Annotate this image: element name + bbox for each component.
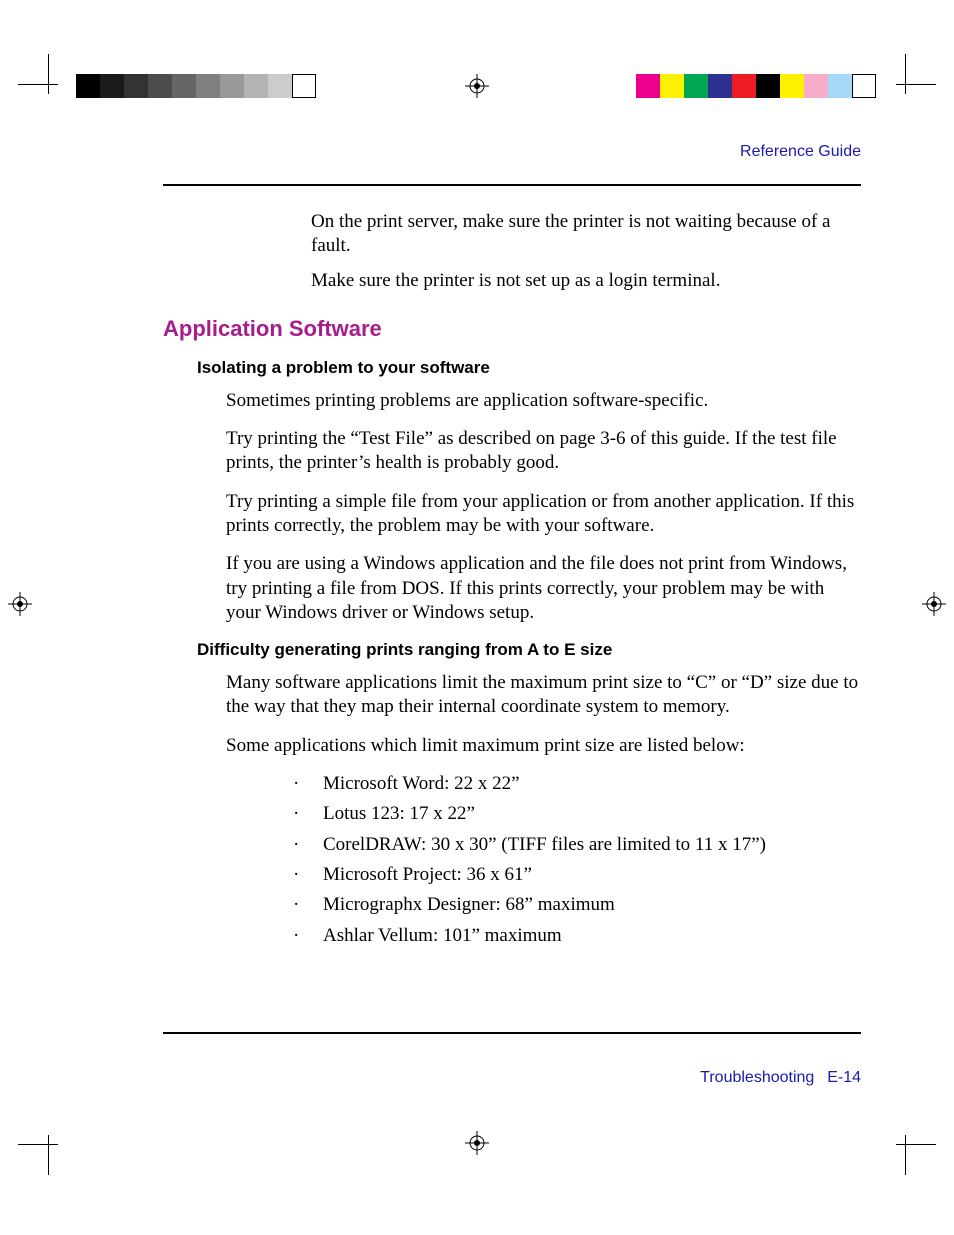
crop-mark: [18, 84, 58, 85]
list-item: Microsoft Project: 36 x 61”: [293, 863, 861, 887]
footer: Troubleshooting E-14: [700, 1069, 861, 1087]
crop-mark: [896, 1144, 936, 1145]
registration-mark-icon: [922, 592, 946, 616]
body-text: Many software applications limit the max…: [226, 671, 861, 720]
section-heading: Application Software: [163, 315, 861, 343]
list-item: Microsoft Word: 22 x 22”: [293, 772, 861, 796]
list-item: Ashlar Vellum: 101” maximum: [293, 924, 861, 948]
footer-page-number: [818, 1069, 827, 1086]
crop-mark: [905, 1135, 906, 1175]
footer-page-number: E-14: [827, 1069, 861, 1086]
grayscale-bar: [76, 74, 316, 98]
crop-mark: [48, 54, 49, 94]
body-text: On the print server, make sure the print…: [311, 210, 861, 259]
registration-mark-icon: [8, 592, 32, 616]
list-item: Micrographx Designer: 68” maximum: [293, 893, 861, 917]
subsection-heading: Isolating a problem to your software: [197, 357, 861, 379]
horizontal-rule: [163, 1032, 861, 1034]
registration-mark-icon: [465, 74, 489, 98]
registration-mark-icon: [465, 1131, 489, 1155]
crop-mark: [896, 84, 936, 85]
crop-mark: [48, 1135, 49, 1175]
body-text: Make sure the printer is not set up as a…: [311, 269, 861, 293]
subsection-heading: Difficulty generating prints ranging fro…: [197, 639, 861, 661]
crop-mark: [18, 1144, 58, 1145]
body-text: Sometimes printing problems are applicat…: [226, 389, 861, 413]
body-text: Try printing the “Test File” as describe…: [226, 427, 861, 476]
footer-section-link[interactable]: Troubleshooting: [700, 1069, 814, 1086]
page: Reference Guide On the print server, mak…: [0, 0, 954, 1235]
body-text: If you are using a Windows application a…: [226, 552, 861, 625]
color-bar: [636, 74, 876, 98]
header-link[interactable]: Reference Guide: [740, 143, 861, 161]
body-text: Some applications which limit maximum pr…: [226, 734, 861, 758]
list-item: CorelDRAW: 30 x 30” (TIFF files are limi…: [293, 833, 861, 857]
horizontal-rule: [163, 184, 861, 186]
bullet-list: Microsoft Word: 22 x 22” Lotus 123: 17 x…: [293, 772, 861, 948]
list-item: Lotus 123: 17 x 22”: [293, 802, 861, 826]
content-area: On the print server, make sure the print…: [163, 210, 861, 954]
body-text: Try printing a simple file from your app…: [226, 490, 861, 539]
crop-mark: [905, 54, 906, 94]
